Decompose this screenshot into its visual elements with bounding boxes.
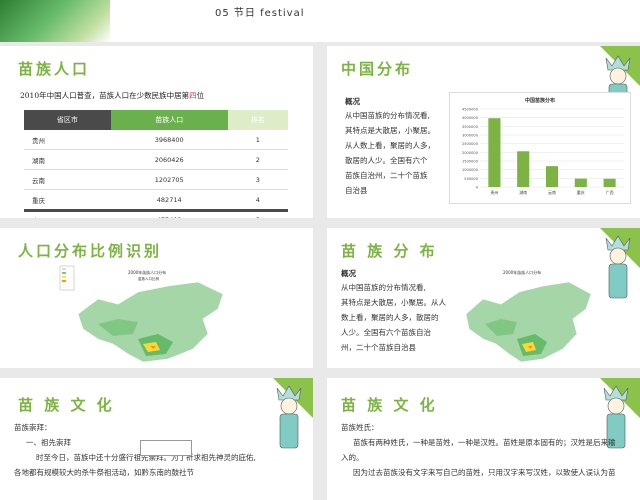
col-province: 省区市: [24, 110, 111, 130]
y-tick-label: 1000000: [462, 168, 479, 172]
cell-population: 2060426: [110, 149, 228, 170]
cell-population: 1202705: [110, 169, 228, 190]
culture-line: 各地都有规模较大的杀牛祭祖活动，如黔东南的鼓社节: [14, 468, 194, 477]
bar: [574, 178, 587, 187]
culture-line: 入的。: [341, 453, 364, 462]
overview-line: 散居的人少。全国有六个: [345, 156, 428, 165]
y-tick-label: 500000: [464, 177, 478, 181]
overview-line: 人少。全国有六个苗族自治: [341, 328, 431, 337]
population-table: 省区市 苗族人口 排名 贵州 3968400 1 湖南 2060426 2 云南 1202…: [24, 110, 288, 218]
cell-province: 云南: [24, 169, 111, 190]
culture-line: 苗族有两种姓氏，一种是苗姓，一种是汉姓。苗姓是原本固有的；汉姓是后来输: [353, 438, 616, 447]
mascot-figure: [598, 232, 638, 308]
cell-rank: 3: [227, 169, 288, 190]
overview-heading: 概况: [345, 97, 360, 106]
overview-line: 苗族自治州，二十个苗族: [345, 171, 428, 180]
y-tick-label: 3000000: [462, 134, 479, 138]
chart-frame: 中国苗族分布 4500000 4000000 3500000 3000000 250000…: [449, 92, 631, 204]
y-tick-label: 4500000: [462, 108, 479, 112]
overview-line: 从中国苗族的分布情况看,: [345, 111, 430, 120]
slide-title: 苗族人口: [18, 60, 91, 78]
table-row: 贵州 3968400 1: [24, 130, 288, 150]
census-text: 2010年中国人口普查，苗族人口在少数民族中居第四位: [20, 90, 204, 101]
cell-rank: 4: [227, 189, 288, 210]
slide-distribution[interactable]: 中国分布 概况 从中国苗族的分布情况看, 其特点是大散居，小聚居。 从人数上看，…: [327, 46, 640, 218]
overview-heading: 概况: [341, 269, 356, 278]
slide-title: 苗 族 分 布: [341, 242, 438, 260]
bar: [603, 178, 616, 187]
slide-culture-worship[interactable]: 苗 族 文 化 苗族崇拜： 一、祖先崇拜 时至今日，苗族中还十分盛行祖先崇拜。为…: [0, 378, 313, 500]
x-tick-label: 重庆: [577, 189, 585, 195]
bar-chart: 中国苗族分布 4500000 4000000 3500000 3000000 250000…: [462, 97, 624, 195]
table-row: 重庆 482714 4: [24, 189, 288, 210]
culture-line: 苗族崇拜：: [14, 423, 52, 432]
overview-line: 其特点是大散居，小聚居。: [345, 126, 435, 135]
overview-line: 其特点是大散居，小聚居。从人: [341, 298, 446, 307]
table-header: 省区市 苗族人口 排名: [24, 110, 288, 130]
slide-distribution-map[interactable]: 苗 族 分 布 概况 从中国苗族的分布情况看, 其特点是大散居，小聚居。从人 数…: [327, 228, 640, 368]
overview-text: 从中国苗族的分布情况看, 其特点是大散居，小聚居。从人 数上看，聚居的人多，散居…: [341, 280, 459, 355]
overview-line: 数上看，聚居的人多，散居的: [341, 313, 439, 322]
map-legend: 苗族人口比例: [138, 276, 159, 281]
cell-province: 贵州: [24, 130, 111, 150]
y-tick-label: 3500000: [462, 125, 479, 129]
header-slide: 05 节日 festival: [0, 0, 640, 42]
slide-map-proportion[interactable]: 人口分布比例识别 2000年苗族人口分布 苗族人口比例: [0, 228, 313, 368]
x-tick-label: 湖南: [519, 189, 527, 195]
slide-title: 人口分布比例识别: [18, 242, 163, 260]
census-prefix: 2010年中国人口普查，苗族人口在少数民族中居第: [20, 91, 190, 100]
cell-rank: 1: [227, 130, 288, 150]
col-rank: 排名: [227, 110, 288, 130]
bar: [488, 118, 501, 187]
header-title: 05 节日 festival: [215, 8, 305, 19]
table-bottom-bar: [24, 209, 288, 212]
census-rank: 四: [189, 91, 197, 100]
china-map: 2000年苗族人口分布 苗族人口比例: [58, 264, 238, 364]
slide-culture-surname[interactable]: 苗 族 文 化 苗族姓氏： 苗族有两种姓氏，一种是苗姓，一种是汉姓。苗姓是原本固…: [327, 378, 640, 500]
slide-title: 苗 族 文 化: [341, 396, 438, 414]
cell-rank: 2: [227, 149, 288, 170]
cell-population: 482714: [110, 189, 228, 210]
cell-province: 重庆: [24, 189, 111, 210]
overview-line: 自治县: [345, 186, 368, 195]
culture-text: 苗族姓氏： 苗族有两种姓氏，一种是苗姓，一种是汉姓。苗姓是原本固有的；汉姓是后来…: [341, 420, 631, 480]
culture-line: 因为过去苗族没有文字来写自己的苗姓，只用汉字来写汉姓，以致使人误认为苗: [353, 468, 616, 477]
x-tick-label: 贵州: [490, 189, 498, 195]
overview-line: 从中国苗族的分布情况看,: [341, 283, 426, 292]
leaf-decoration: [0, 0, 110, 42]
china-map: 2000年苗族人口分布: [451, 264, 601, 364]
overview-line: 州，二十个苗族自治县: [341, 343, 416, 352]
slide-population[interactable]: 苗族人口 2010年中国人口普查，苗族人口在少数民族中居第四位 省区市 苗族人口…: [0, 46, 313, 218]
y-tick-label: 4000000: [462, 116, 479, 120]
y-tick-label: 1500000: [462, 160, 479, 164]
y-tick-label: 2000000: [462, 151, 479, 155]
cell-province: 湖南: [24, 149, 111, 170]
table-row: 云南 1202705 3: [24, 169, 288, 190]
diagram-box: [140, 440, 192, 456]
x-tick-label: 云南: [548, 189, 556, 195]
overview-text: 从中国苗族的分布情况看, 其特点是大散居，小聚居。 从人数上看，聚居的人多， 散…: [345, 108, 455, 198]
overview-line: 从人数上看，聚居的人多，: [345, 141, 435, 150]
culture-line: 苗族姓氏：: [341, 423, 379, 432]
bar: [517, 151, 530, 187]
table-row: 湖南 2060426 2: [24, 149, 288, 170]
slide-title: 中国分布: [341, 60, 414, 78]
col-population: 苗族人口: [110, 110, 228, 130]
y-tick-label: 0: [476, 186, 479, 190]
census-suffix: 位: [196, 91, 205, 100]
cell-population: 3968400: [110, 130, 228, 150]
slide-title: 苗 族 文 化: [18, 396, 115, 414]
map-title: 2000年苗族人口分布: [503, 269, 541, 275]
y-tick-label: 2500000: [462, 142, 479, 146]
map-title: 2000年苗族人口分布: [128, 269, 166, 275]
x-tick-label: 广西: [606, 189, 614, 195]
chart-title: 中国苗族分布: [525, 97, 555, 104]
bar: [545, 166, 559, 187]
